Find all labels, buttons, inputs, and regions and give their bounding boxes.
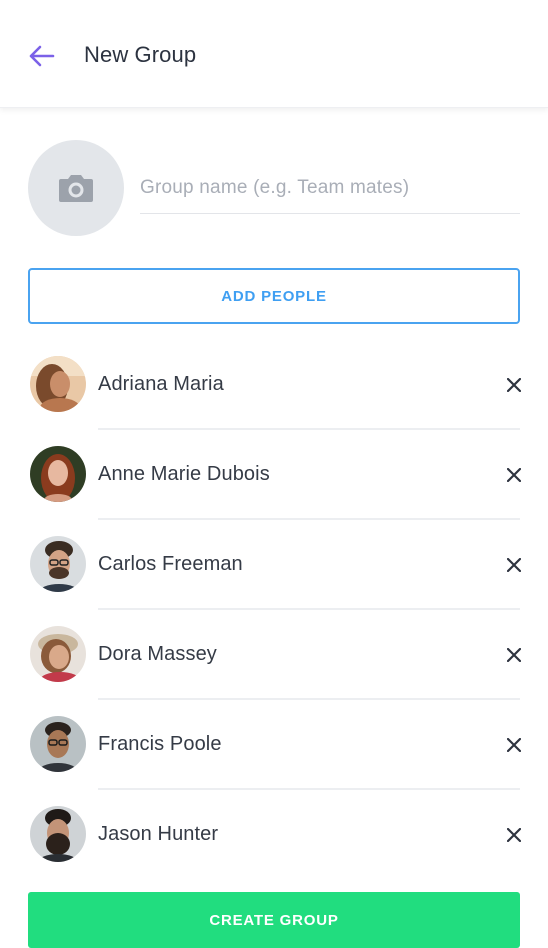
- back-button[interactable]: [24, 40, 58, 72]
- app-header: New Group: [0, 0, 548, 108]
- close-icon: [507, 468, 521, 482]
- group-photo-button[interactable]: [28, 140, 124, 236]
- remove-person-button[interactable]: [502, 553, 526, 577]
- avatar: [30, 806, 86, 862]
- people-list: Adriana Maria Anne Marie Dubois Carlos F…: [0, 340, 548, 880]
- list-item: Anne Marie Dubois: [0, 430, 548, 520]
- list-item: Francis Poole: [0, 700, 548, 790]
- list-item: Dora Massey: [0, 610, 548, 700]
- arrow-left-icon: [29, 45, 55, 67]
- list-item: Jason Hunter: [0, 790, 548, 880]
- avatar: [30, 626, 86, 682]
- close-icon: [507, 828, 521, 842]
- remove-person-button[interactable]: [502, 823, 526, 847]
- person-name: Francis Poole: [98, 733, 222, 755]
- remove-person-button[interactable]: [502, 373, 526, 397]
- person-name: Jason Hunter: [98, 823, 219, 845]
- avatar: [30, 536, 86, 592]
- group-name-input[interactable]: [140, 168, 520, 208]
- add-people-button[interactable]: ADD PEOPLE: [28, 268, 520, 324]
- person-name: Carlos Freeman: [98, 553, 243, 575]
- list-item: Adriana Maria: [0, 340, 548, 430]
- close-icon: [507, 378, 521, 392]
- person-name: Dora Massey: [98, 643, 217, 665]
- avatar: [30, 716, 86, 772]
- page-title: New Group: [84, 42, 197, 67]
- avatar: [30, 446, 86, 502]
- list-item: Carlos Freeman: [0, 520, 548, 610]
- avatar: [30, 356, 86, 412]
- camera-icon: [59, 175, 93, 202]
- close-icon: [507, 648, 521, 662]
- close-icon: [507, 558, 521, 572]
- remove-person-button[interactable]: [502, 733, 526, 757]
- group-name-field: [140, 168, 520, 214]
- close-icon: [507, 738, 521, 752]
- person-name: Anne Marie Dubois: [98, 463, 270, 485]
- create-group-button[interactable]: CREATE GROUP: [28, 892, 520, 948]
- person-name: Adriana Maria: [98, 373, 224, 395]
- remove-person-button[interactable]: [502, 463, 526, 487]
- remove-person-button[interactable]: [502, 643, 526, 667]
